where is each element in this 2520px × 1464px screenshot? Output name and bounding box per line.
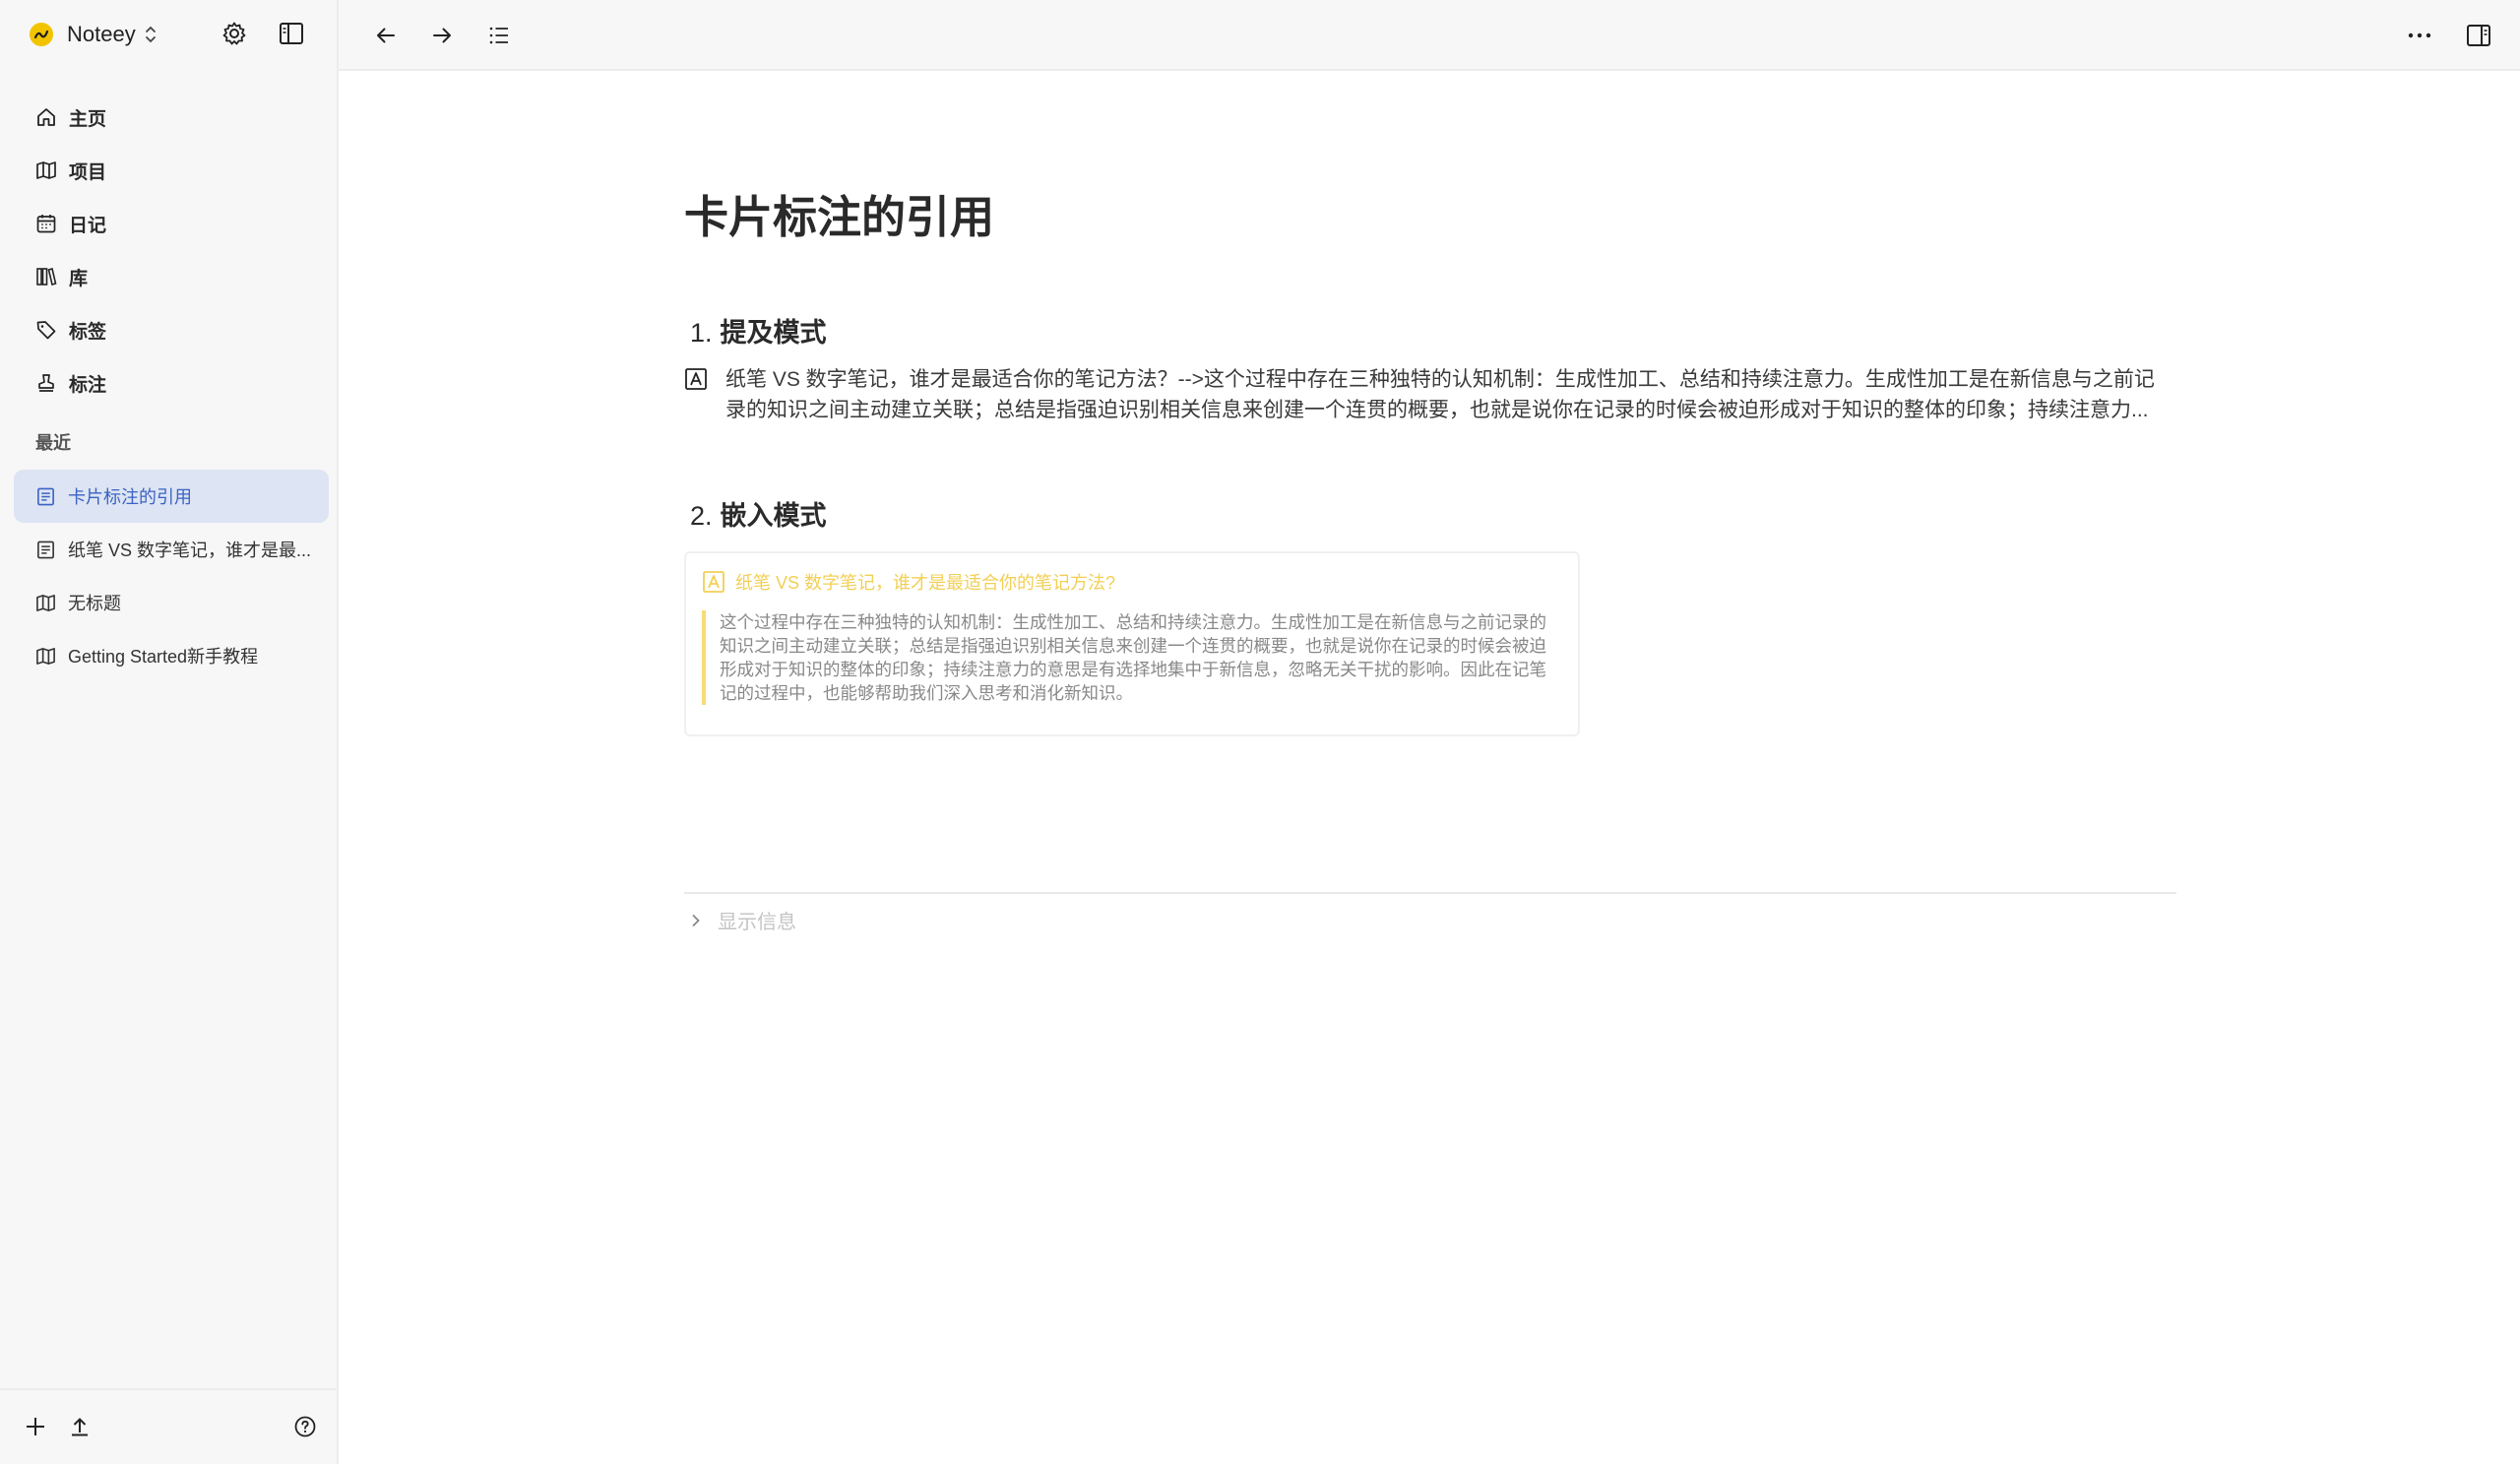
recent-item[interactable]: 纸笔 VS 数字笔记，谁才是最... — [14, 523, 329, 576]
settings-button[interactable] — [220, 19, 249, 48]
nav-item-home[interactable]: 主页 — [35, 91, 106, 144]
gear-icon — [222, 22, 246, 45]
forward-button[interactable] — [426, 20, 458, 51]
embed-title-text: 纸笔 VS 数字笔记，谁才是最适合你的笔记方法? — [735, 573, 1116, 593]
heading-text: 嵌入模式 — [720, 501, 827, 531]
recent-item[interactable]: 卡片标注的引用 — [14, 470, 329, 523]
list-number: 1. — [690, 318, 713, 348]
toggle-sidebar-button[interactable] — [277, 19, 306, 48]
sidebar: Noteey 主页 项目 日记 库 标签 标注 最近 卡片标注的引用 纸笔 VS… — [0, 0, 339, 1464]
card-embed[interactable]: 纸笔 VS 数字笔记，谁才是最适合你的笔记方法? 这个过程中存在三种独特的认知机… — [684, 551, 1580, 736]
main-nav: 主页 项目 日记 库 标签 标注 — [35, 91, 106, 410]
app-name: Noteey — [67, 22, 136, 46]
upload-icon — [72, 1418, 88, 1436]
home-icon — [37, 108, 55, 126]
recent-section-label: 最近 — [35, 433, 71, 453]
document-icon — [37, 541, 54, 558]
show-info-label: 显示信息 — [718, 912, 796, 933]
noteey-logo-icon — [30, 23, 53, 46]
arrow-right-icon — [433, 28, 451, 43]
recent-item-label: Getting Started新手教程 — [68, 647, 259, 667]
nav-item-annotations[interactable]: 标注 — [35, 356, 106, 410]
right-panel-icon — [2467, 25, 2490, 46]
nav-label: 标签 — [69, 321, 107, 343]
recent-item-label: 纸笔 VS 数字笔记，谁才是最... — [68, 541, 312, 560]
recent-list: 卡片标注的引用 纸笔 VS 数字笔记，谁才是最... 无标题 Getting S… — [14, 470, 329, 682]
nav-item-tags[interactable]: 标签 — [35, 303, 106, 356]
nav-label: 项目 — [69, 161, 107, 183]
recent-item-label: 卡片标注的引用 — [68, 487, 192, 507]
back-button[interactable] — [370, 20, 402, 51]
calendar-icon — [36, 215, 56, 233]
nav-item-library[interactable]: 库 — [35, 250, 106, 303]
list-number: 2. — [690, 501, 713, 531]
arrow-left-icon — [377, 28, 395, 43]
help-icon — [294, 1416, 316, 1437]
sidebar-footer — [0, 1388, 337, 1464]
map-icon — [36, 594, 55, 611]
embed-quote: 这个过程中存在三种独特的认知机制：生成性加工、总结和持续注意力。生成性加工是在新… — [702, 610, 1554, 705]
show-info-toggle[interactable]: 显示信息 — [688, 906, 796, 934]
mention-text: 纸笔 VS 数字笔记，谁才是最适合你的笔记方法？-->这个过程中存在三种独特的认… — [725, 368, 2155, 421]
editor-toolbar — [339, 0, 2520, 71]
heading-text: 提及模式 — [720, 318, 827, 348]
help-button[interactable] — [290, 1412, 320, 1441]
recent-item[interactable]: Getting Started新手教程 — [14, 629, 329, 682]
sidebar-layout-icon — [280, 23, 303, 44]
section-heading-embed[interactable]: 2. 嵌入模式 — [690, 494, 827, 533]
chevron-right-icon — [692, 914, 700, 926]
plus-icon — [27, 1418, 44, 1435]
tag-icon — [36, 321, 56, 340]
more-button[interactable] — [2404, 20, 2435, 51]
map-icon — [36, 161, 56, 179]
document-icon — [37, 487, 54, 505]
stamp-icon — [38, 374, 54, 392]
recent-item[interactable]: 无标题 — [14, 576, 329, 629]
chevron-up-down-icon — [145, 26, 156, 43]
recent-item-label: 无标题 — [68, 594, 121, 613]
library-icon — [36, 267, 57, 286]
nav-label: 主页 — [69, 108, 107, 130]
page-title[interactable]: 卡片标注的引用 — [684, 181, 994, 245]
nav-item-projects[interactable]: 项目 — [35, 144, 106, 197]
card-mention[interactable]: 纸笔 VS 数字笔记，谁才是最适合你的笔记方法？-->这个过程中存在三种独特的认… — [684, 364, 2171, 425]
divider — [684, 892, 2176, 894]
outline-button[interactable] — [483, 20, 515, 51]
new-button[interactable] — [21, 1412, 50, 1441]
embed-title[interactable]: 纸笔 VS 数字笔记，谁才是最适合你的笔记方法? — [702, 569, 1115, 595]
workspace-switcher[interactable]: Noteey — [30, 18, 158, 51]
nav-label: 标注 — [69, 374, 107, 396]
map-icon — [36, 647, 55, 665]
more-horizontal-icon — [2408, 32, 2431, 38]
annotation-card-icon — [685, 368, 707, 390]
annotation-card-icon — [703, 571, 724, 593]
nav-label: 日记 — [69, 215, 107, 236]
toggle-right-panel-button[interactable] — [2463, 20, 2494, 51]
list-icon — [489, 27, 508, 44]
nav-item-journal[interactable]: 日记 — [35, 197, 106, 250]
import-button[interactable] — [65, 1412, 94, 1441]
nav-label: 库 — [69, 268, 89, 289]
section-heading-mention[interactable]: 1. 提及模式 — [690, 311, 827, 350]
